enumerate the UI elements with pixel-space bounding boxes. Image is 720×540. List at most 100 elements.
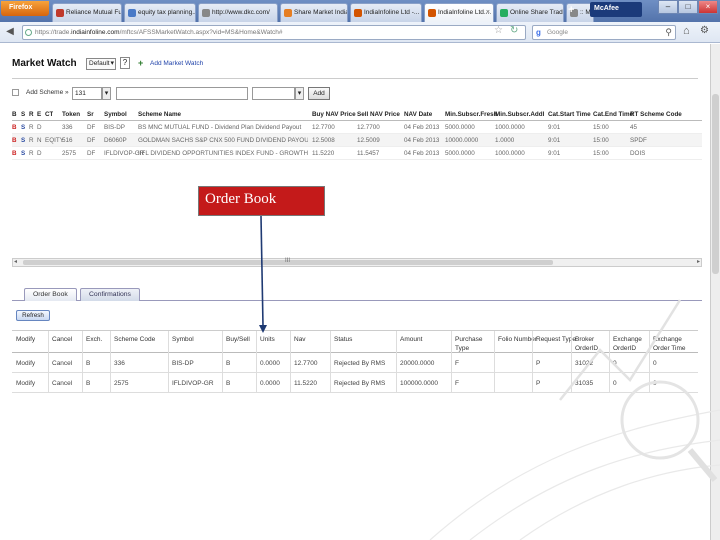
column-header[interactable]: RT Scheme Code	[630, 111, 682, 118]
scheme-name-input[interactable]	[116, 87, 248, 100]
column-header[interactable]: Exchange Order Time	[653, 335, 695, 353]
buy-button[interactable]: B	[12, 150, 17, 157]
reload-icon[interactable]: ↻	[510, 25, 518, 36]
home-icon[interactable]: ⌂	[683, 25, 690, 37]
scheme-code-dropdown[interactable]: ▾	[102, 87, 111, 100]
column-header[interactable]: Buy NAV Price	[312, 111, 356, 118]
column-header[interactable]: B	[12, 111, 17, 118]
column-header[interactable]: Scheme Code	[114, 335, 156, 344]
close-window-button[interactable]: ×	[698, 0, 718, 14]
bookmark-star-icon[interactable]: ☆	[494, 25, 503, 36]
column-header[interactable]: CT	[45, 111, 53, 118]
table-row[interactable]: B S R D 2575 DF IFLDIVOP-GR IIFL DIVIDEND OPPOR…	[12, 147, 702, 160]
help-icon[interactable]: ?	[120, 57, 130, 69]
firefox-menu-button[interactable]: Firefox	[1, 1, 49, 16]
new-tab-button[interactable]: +	[568, 4, 582, 20]
modify-link[interactable]: Modify	[16, 360, 35, 367]
table-row[interactable]: B S R D 336 DF BIS-DP BS MNC MUTUAL FUND - Divi…	[12, 121, 702, 134]
site-identity-icon[interactable]	[25, 29, 32, 36]
scheme-code-input[interactable]: 131	[72, 87, 102, 100]
address-bar[interactable]: https://trade.indiainfoline.com/mftcs/AF…	[22, 25, 526, 40]
column-divider	[110, 331, 111, 393]
add-icon[interactable]: +	[138, 58, 148, 68]
table-cell: 0	[613, 360, 617, 367]
expand-icon[interactable]	[12, 89, 19, 96]
column-header[interactable]: NAV Date	[404, 111, 432, 118]
browser-tab[interactable]: IndiaInfoline Ltd -...	[350, 3, 422, 22]
scheme-type-select[interactable]	[252, 87, 295, 100]
vertical-scroll-thumb[interactable]	[712, 94, 719, 274]
column-header[interactable]: Broker OrderID	[575, 335, 617, 353]
redeem-button[interactable]: R	[29, 124, 34, 131]
back-arrow-icon[interactable]: ◀	[4, 26, 16, 38]
browser-nav-bar: ◀ https://trade.indiainfoline.com/mftcs/…	[0, 22, 720, 43]
table-cell: 15:00	[593, 150, 609, 157]
scroll-left-icon[interactable]: ◂	[14, 258, 17, 265]
column-header[interactable]: Sell NAV Price	[357, 111, 400, 118]
column-header[interactable]: Token	[62, 111, 80, 118]
search-box[interactable]: g Google ⚲	[532, 25, 676, 40]
column-header[interactable]: Cat.End Time	[593, 111, 633, 118]
maximize-button[interactable]: □	[678, 0, 698, 14]
column-header[interactable]: Sr	[87, 111, 94, 118]
table-cell: 15:00	[593, 137, 609, 144]
google-icon: g	[536, 28, 541, 37]
horizontal-scrollbar[interactable]: ◂ III ▸	[12, 258, 702, 267]
column-header[interactable]: E	[37, 111, 41, 118]
modify-link[interactable]: Modify	[16, 380, 35, 387]
column-header[interactable]: S	[21, 111, 25, 118]
close-tab-icon[interactable]: ×	[486, 9, 490, 16]
column-header[interactable]: Symbol	[104, 111, 127, 118]
add-scheme-button[interactable]: Add	[308, 87, 330, 100]
mcafee-badge[interactable]: McAfee	[590, 2, 642, 17]
table-row[interactable]: B S R N EQITY 516 DF D6060P GOLDMAN SACHS S&P CN…	[12, 134, 702, 147]
sell-button[interactable]: S	[21, 124, 25, 131]
browser-tab[interactable]: http://www.dkc.com/	[198, 3, 278, 22]
cancel-link[interactable]: Cancel	[52, 380, 72, 387]
column-header[interactable]: Cat.Start Time	[548, 111, 591, 118]
browser-tab[interactable]: Reliance Mutual Fund -...	[52, 3, 122, 22]
page-content: Market Watch Default ? + Add Market Watc…	[4, 44, 710, 540]
refresh-button[interactable]: Refresh	[16, 310, 50, 321]
column-header[interactable]: Status	[334, 335, 376, 344]
vertical-scrollbar[interactable]	[710, 44, 720, 540]
column-header[interactable]: R	[29, 111, 34, 118]
tools-icon[interactable]: ⚙	[700, 25, 709, 36]
buy-button[interactable]: B	[12, 137, 17, 144]
table-cell: 15:00	[593, 124, 609, 131]
browser-tab[interactable]: IndiaInfoline Ltd.... ×	[424, 3, 494, 22]
minimize-button[interactable]: –	[658, 0, 678, 14]
market-watch-select[interactable]: Default	[86, 58, 116, 70]
column-header[interactable]: Amount	[400, 335, 442, 344]
buy-button[interactable]: B	[12, 124, 17, 131]
column-header[interactable]: Symbol	[172, 335, 214, 344]
column-header[interactable]: Min.Subscr.Addl	[495, 111, 544, 118]
tab-order-book[interactable]: Order Book	[24, 288, 77, 301]
column-header[interactable]: Scheme Name	[138, 111, 181, 118]
column-divider	[396, 331, 397, 393]
sell-button[interactable]: S	[21, 150, 25, 157]
search-icon[interactable]: ⚲	[665, 27, 672, 38]
browser-tab[interactable]: Share Market India:...	[280, 3, 348, 22]
sell-button[interactable]: S	[21, 137, 25, 144]
table-cell: Rejected By RMS	[334, 360, 386, 367]
table-row[interactable]: Modify Cancel B 336 BIS-DP B 0.0000 12.7700 Reje…	[12, 353, 698, 373]
column-header[interactable]: Folio Number	[498, 335, 540, 344]
tab-label: Share Market India:...	[294, 9, 347, 16]
table-cell: D	[37, 150, 42, 157]
table-cell: 336	[62, 124, 73, 131]
redeem-button[interactable]: R	[29, 137, 34, 144]
tab-favicon-icon	[56, 9, 64, 17]
column-header[interactable]: Purchase Type	[455, 335, 497, 353]
table-cell: B	[86, 380, 91, 387]
redeem-button[interactable]: R	[29, 150, 34, 157]
scheme-type-dropdown[interactable]: ▾	[295, 87, 304, 100]
scroll-right-icon[interactable]: ▸	[697, 258, 700, 265]
column-header[interactable]: Min.Subscr.Fresh	[445, 111, 498, 118]
tab-confirmations[interactable]: Confirmations	[80, 288, 140, 301]
add-market-watch-link[interactable]: Add Market Watch	[150, 60, 203, 67]
table-row[interactable]: Modify Cancel B 2575 IFLDIVOP-GR B 0.0000 11.52…	[12, 373, 698, 393]
cancel-link[interactable]: Cancel	[52, 360, 72, 367]
browser-tab[interactable]: Online Share Tradi...	[496, 3, 564, 22]
browser-tab[interactable]: equity tax planning...	[124, 3, 196, 22]
